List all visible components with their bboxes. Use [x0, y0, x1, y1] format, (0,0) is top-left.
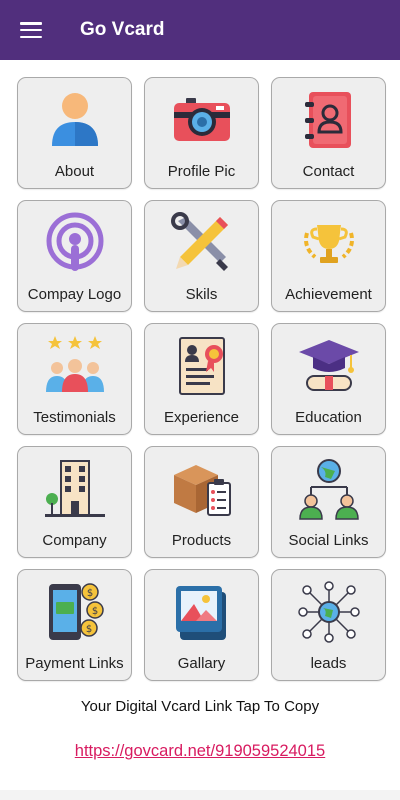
tile-label: Products: [171, 532, 232, 549]
trophy-icon: [303, 225, 354, 263]
vcard-link[interactable]: https://govcard.net/919059524015: [0, 742, 400, 761]
tile-products[interactable]: Products: [144, 446, 259, 558]
svg-text:$: $: [91, 606, 97, 617]
certificate-icon: [178, 337, 225, 395]
network-people-icon: [298, 459, 359, 520]
tile-label: Achievement: [285, 286, 372, 303]
tile-label: Gallary: [177, 655, 226, 672]
tile-profile-pic[interactable]: Profile Pic: [144, 77, 259, 189]
building-icon: [44, 460, 105, 517]
tile-contact[interactable]: Contact: [271, 77, 386, 189]
tile-social-links[interactable]: Social Links: [271, 446, 386, 558]
camera-icon: [173, 98, 230, 141]
tile-achievement[interactable]: Achievement: [271, 200, 386, 312]
tile-label: Skils: [185, 286, 218, 303]
tile-education[interactable]: Education: [271, 323, 386, 435]
tile-experience[interactable]: Experience: [144, 323, 259, 435]
mobile-payment-icon: $ $ $: [48, 583, 104, 640]
tile-label: Payment Links: [25, 655, 124, 672]
tile-leads[interactable]: leads: [271, 569, 386, 681]
box-checklist-icon: [173, 465, 231, 516]
tile-company-logo[interactable]: Compay Logo: [17, 200, 132, 312]
tile-label: About: [54, 163, 95, 180]
podcast-logo-icon: [46, 212, 103, 271]
menu-grid: About Profile Pic Contact Compay Logo Sk…: [17, 77, 386, 681]
tile-label: Profile Pic: [167, 163, 236, 180]
tile-label: Education: [295, 409, 362, 426]
tile-label: leads: [310, 655, 347, 672]
svg-text:$: $: [85, 624, 91, 635]
tile-testimonials[interactable]: Testimonials: [17, 323, 132, 435]
hamburger-menu-icon[interactable]: [20, 22, 42, 38]
bottom-edge: [0, 790, 400, 800]
gallery-icon: [175, 586, 226, 640]
app-title: Go Vcard: [80, 19, 165, 40]
person-icon: [51, 93, 98, 146]
tile-about[interactable]: About: [17, 77, 132, 189]
tile-label: Social Links: [288, 532, 369, 549]
tile-label: Testimonials: [33, 409, 116, 426]
tile-label: Company: [42, 532, 107, 549]
tile-label: Experience: [163, 409, 240, 426]
graduation-cap-icon: [298, 340, 359, 391]
copy-link-instruction[interactable]: Your Digital Vcard Link Tap To Copy: [0, 698, 400, 715]
rated-people-icon: [45, 336, 104, 392]
tools-icon: [170, 212, 228, 271]
address-book-icon: [304, 92, 351, 148]
tile-label: Contact: [302, 163, 355, 180]
tile-label: Compay Logo: [27, 286, 122, 303]
tile-gallery[interactable]: Gallary: [144, 569, 259, 681]
globe-network-icon: [297, 581, 360, 643]
tile-payment-links[interactable]: $ $ $ Payment Links: [17, 569, 132, 681]
tile-skills[interactable]: Skils: [144, 200, 259, 312]
svg-text:$: $: [86, 588, 92, 599]
app-bar: Go Vcard: [0, 0, 400, 60]
tile-company[interactable]: Company: [17, 446, 132, 558]
